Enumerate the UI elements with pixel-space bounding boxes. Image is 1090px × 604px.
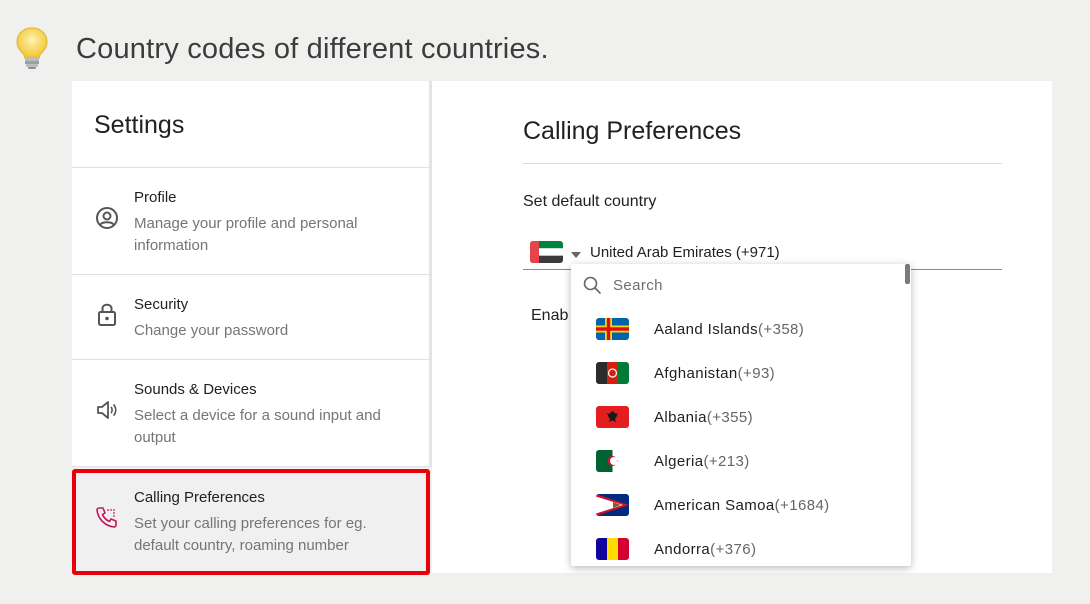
sidebar-title: Settings [94,111,185,139]
banner: Country codes of different countries. [0,0,1090,80]
divider [523,163,1002,164]
list-item-albania[interactable]: Albania(+355) [571,396,905,440]
list-item-afghanistan[interactable]: Afghanistan(+93) [571,352,905,396]
speaker-icon [97,401,117,419]
profile-icon [96,207,118,229]
option-name: American Samoa [654,497,775,514]
american-samoa-flag-icon [596,494,629,516]
sidebar-item-desc: Manage your profile and personal informa… [134,215,358,254]
search-row [571,264,911,306]
phone-icon [96,507,117,528]
lightbulb-icon [16,27,48,69]
sidebar-item-sounds-devices[interactable]: Sounds & Devices Select a device for a s… [72,360,432,466]
option-code: (+213) [703,453,750,470]
selected-country: United Arab Emirates (+971) [590,244,780,261]
option-code: (+376) [710,541,757,558]
uae-flag-icon [530,241,563,263]
list-item-aaland-islands[interactable]: Aaland Islands(+358) [571,308,905,352]
andorra-flag-icon [596,538,629,560]
option-code: (+1684) [774,497,830,514]
sidebar-item-desc: Set your calling preferences for eg. def… [134,515,367,554]
sidebar-item-label: Security [134,296,189,313]
sidebar-item-label: Profile [134,189,177,206]
sidebar-item-label: Sounds & Devices [134,381,257,398]
sidebar-item-calling-preferences[interactable]: Calling Preferences Set your calling pre… [72,467,432,573]
sidebar-item-desc: Select a device for a sound input and ou… [134,407,381,446]
default-country-label: Set default country [523,193,657,210]
option-name: Albania [654,409,707,426]
sidebar-item-desc: Change your password [134,322,289,339]
option-name: Algeria [654,453,704,470]
chevron-down-icon [571,252,581,258]
albania-flag-icon [596,406,629,428]
option-code: (+358) [758,321,805,338]
scrollbar[interactable] [905,264,910,284]
country-dropdown: Aaland Islands(+358) Afghanistan(+93) Al… [571,264,911,566]
sidebar-item-label: Calling Preferences [134,489,265,506]
list-item-algeria[interactable]: Algeria(+213) [571,440,905,484]
option-code: (+93) [737,365,776,382]
option-code: (+355) [706,409,754,426]
lock-icon [98,303,116,326]
option-name: Afghanistan [654,365,738,382]
search-icon [583,276,601,294]
sidebar: Settings Profile Manage your profile and… [72,81,432,573]
afghanistan-flag-icon [596,362,629,384]
page-title: Calling Preferences [523,117,742,145]
search-input[interactable] [613,274,883,296]
list-item-andorra[interactable]: Andorra(+376) [571,528,905,566]
option-name: Andorra [654,541,711,558]
list-item-american-samoa[interactable]: American Samoa(+1684) [571,484,905,528]
aland-flag-icon [596,318,629,340]
option-name: Aaland Islands [654,321,759,338]
banner-title: Country codes of different countries. [76,33,549,65]
sidebar-item-profile[interactable]: Profile Manage your profile and personal… [72,168,432,274]
algeria-flag-icon [596,450,629,472]
sidebar-item-security[interactable]: Security Change your password [72,275,432,359]
partial-label: Enab [531,307,569,324]
